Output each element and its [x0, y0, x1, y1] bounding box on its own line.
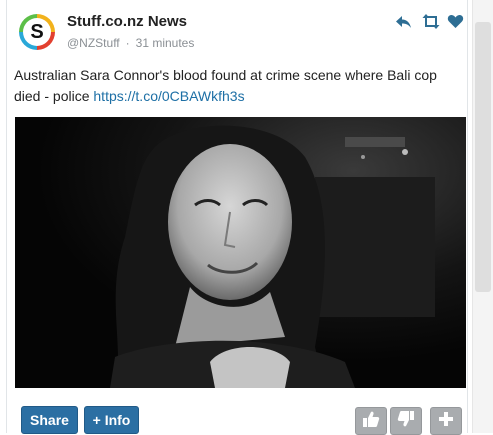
tweet-actions	[395, 11, 464, 31]
tweet-photo[interactable]	[15, 117, 466, 388]
avatar-letter: S	[23, 18, 51, 46]
account-handle[interactable]: @NZStuff	[67, 36, 120, 50]
heart-icon[interactable]	[447, 13, 464, 30]
scrollbar-thumb[interactable]	[475, 22, 491, 292]
share-button[interactable]: Share	[21, 406, 78, 434]
tweet-time[interactable]: 31 minutes	[136, 36, 195, 50]
tweet-text: Australian Sara Connor's blood found at …	[14, 65, 464, 107]
thumbs-up-button[interactable]	[355, 407, 387, 435]
avatar[interactable]: S	[19, 14, 55, 50]
tweet-card: S Stuff.co.nz News @NZStuff · 31 minutes A…	[6, 0, 468, 435]
add-button[interactable]	[430, 407, 462, 435]
thumbs-up-icon	[362, 410, 380, 433]
tweet-meta: @NZStuff · 31 minutes	[67, 36, 194, 50]
reply-icon[interactable]	[395, 13, 412, 30]
plus-icon	[438, 411, 454, 432]
tweet-link[interactable]: https://t.co/0CBAWkfh3s	[93, 88, 244, 104]
account-name[interactable]: Stuff.co.nz News	[67, 13, 187, 30]
vertical-scrollbar[interactable]	[472, 0, 493, 433]
thumbs-down-button[interactable]	[390, 407, 422, 435]
retweet-icon[interactable]	[421, 13, 440, 30]
portrait-photo	[15, 117, 466, 388]
thumbs-down-icon	[397, 410, 415, 433]
meta-separator: ·	[125, 36, 130, 50]
info-button[interactable]: + Info	[84, 406, 139, 434]
